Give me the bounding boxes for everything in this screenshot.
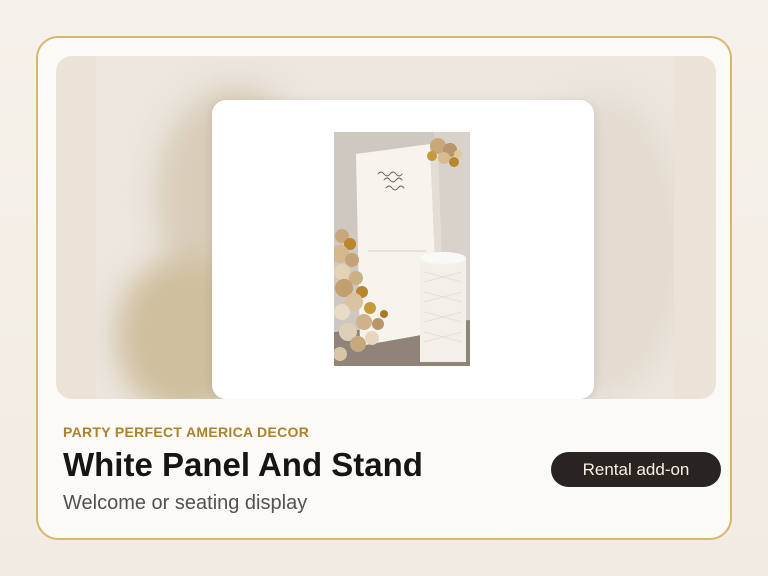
product-media [56, 56, 716, 399]
product-subtitle: Welcome or seating display [63, 492, 308, 514]
product-title: White Panel And Stand [63, 446, 423, 483]
product-card[interactable]: PARTY PERFECT AMERICA DECOR White Panel … [36, 36, 732, 540]
rental-add-on-badge[interactable]: Rental add-on [551, 452, 721, 487]
image-frame [212, 100, 594, 399]
brand-name: PARTY PERFECT AMERICA DECOR [63, 424, 310, 440]
product-photo [334, 132, 470, 366]
